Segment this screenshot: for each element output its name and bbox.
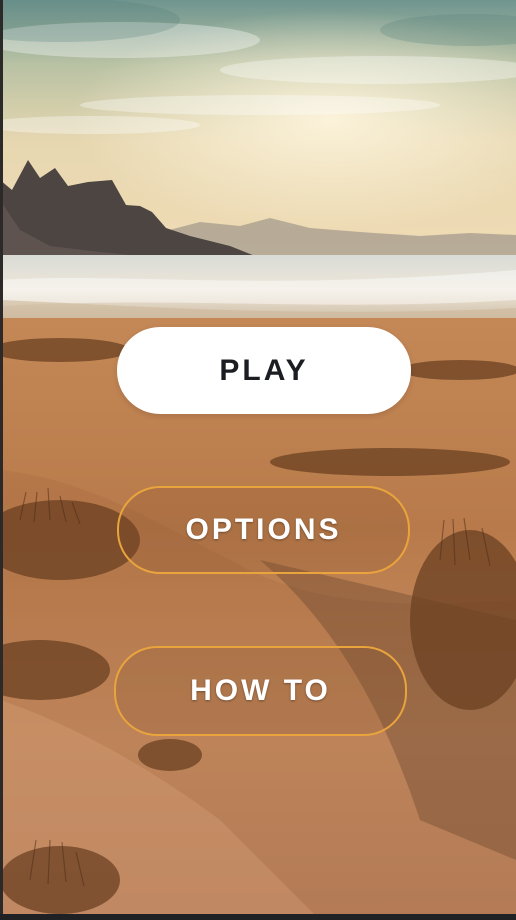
play-button-label: PLAY <box>219 353 309 387</box>
play-button[interactable]: PLAY <box>117 327 411 414</box>
main-menu: PLAY OPTIONS HOW TO <box>0 0 516 920</box>
main-menu-screen: PLAY OPTIONS HOW TO <box>0 0 516 920</box>
how-to-button[interactable]: HOW TO <box>114 646 407 736</box>
options-button-label: OPTIONS <box>185 513 342 546</box>
how-to-button-label: HOW TO <box>190 674 331 707</box>
options-button[interactable]: OPTIONS <box>117 486 410 574</box>
